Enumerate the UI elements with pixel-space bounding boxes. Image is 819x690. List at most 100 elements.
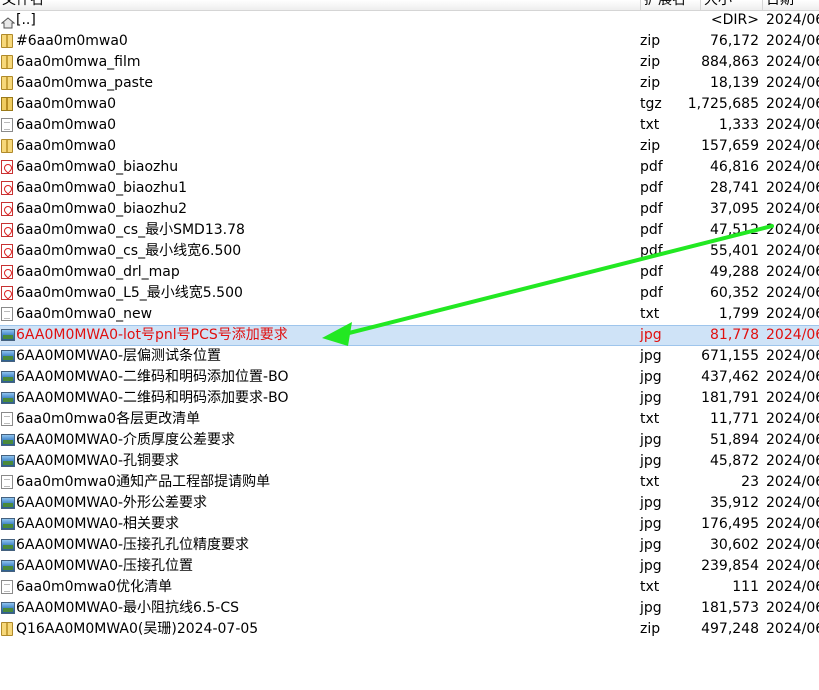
file-date: 2024/06 <box>766 600 819 616</box>
file-row[interactable]: 6AA0M0MWA0-外形公差要求 jpg 35,912 2024/06 <box>0 493 819 514</box>
up-folder-icon <box>0 15 16 29</box>
file-name: Q16AA0M0MWA0(吴珊)2024-07-05 <box>16 621 259 637</box>
txt-icon <box>1 118 13 132</box>
pdf-icon <box>1 244 13 258</box>
file-row[interactable]: 6aa0m0mwa0 zip 157,659 2024/06 <box>0 136 819 157</box>
zip-icon <box>1 139 13 153</box>
file-name: 6AA0M0MWA0-孔铜要求 <box>16 453 180 469</box>
file-icon-cell <box>0 178 16 199</box>
file-row[interactable]: 6aa0m0mwa0_biaozhu pdf 46,816 2024/06 <box>0 157 819 178</box>
file-date: 2024/06 <box>766 201 819 217</box>
file-name: 6AA0M0MWA0-层偏测试条位置 <box>16 348 222 364</box>
file-size: 45,872 <box>710 453 759 469</box>
file-size: 35,912 <box>710 495 759 511</box>
file-icon-cell <box>0 304 16 325</box>
file-ext: jpg <box>640 600 662 616</box>
file-size: 46,816 <box>710 159 759 175</box>
file-size: 11,771 <box>710 411 759 427</box>
file-row[interactable]: 6AA0M0MWA0-介质厚度公差要求 jpg 51,894 2024/06 <box>0 430 819 451</box>
file-row[interactable]: 6aa0m0mwa0_new txt 1,799 2024/06 <box>0 304 819 325</box>
file-size: 157,659 <box>701 138 759 154</box>
file-name: 6aa0m0mwa0优化清单 <box>16 579 173 595</box>
file-row[interactable]: 6aa0m0mwa0_cs_最小SMD13.78 pdf 47,512 2024/06 <box>0 220 819 241</box>
file-name: 6aa0m0mwa_film <box>16 54 141 70</box>
file-name: 6aa0m0mwa0_L5_最小线宽5.500 <box>16 285 243 301</box>
file-name: 6aa0m0mwa0_drl_map <box>16 264 180 280</box>
file-row[interactable]: 6aa0m0mwa_paste zip 18,139 2024/06 <box>0 73 819 94</box>
file-size: 1,725,685 <box>687 96 759 112</box>
file-date: 2024/06 <box>766 474 819 490</box>
file-row[interactable]: 6AA0M0MWA0-压接孔位置 jpg 239,854 2024/06 <box>0 556 819 577</box>
pdf-icon <box>1 223 13 237</box>
file-ext: jpg <box>640 537 662 553</box>
file-row[interactable]: 6aa0m0mwa0_biaozhu1 pdf 28,741 2024/06 <box>0 178 819 199</box>
file-size: 181,791 <box>701 390 759 406</box>
file-ext: jpg <box>640 453 662 469</box>
file-size: 1,333 <box>718 117 759 133</box>
file-row[interactable]: 6aa0m0mwa0优化清单 txt 111 2024/06 <box>0 577 819 598</box>
jpg-icon <box>1 455 15 467</box>
file-size: 47,512 <box>710 222 759 238</box>
file-date: 2024/06 <box>766 75 819 91</box>
file-row-selected[interactable]: 6AA0M0MWA0-lot号pnl号PCS号添加要求 jpg 81,778 2024… <box>0 325 819 346</box>
file-row[interactable]: 6aa0m0mwa_film zip 884,863 2024/06 <box>0 52 819 73</box>
zip-icon <box>1 622 13 636</box>
file-row[interactable]: 6AA0M0MWA0-压接孔孔位精度要求 jpg 30,602 2024/06 <box>0 535 819 556</box>
file-date: 2024/06 <box>766 12 819 28</box>
file-row[interactable]: 6AA0M0MWA0-层偏测试条位置 jpg 671,155 2024/06 <box>0 346 819 367</box>
file-size: 23 <box>741 474 759 490</box>
file-row[interactable]: 6aa0m0mwa0 txt 1,333 2024/06 <box>0 115 819 136</box>
pdf-icon <box>1 181 13 195</box>
file-row[interactable]: 6aa0m0mwa0通知产品工程部提请购单 txt 23 2024/06 <box>0 472 819 493</box>
file-row[interactable]: Q16AA0M0MWA0(吴珊)2024-07-05 zip 497,248 2024… <box>0 619 819 640</box>
file-icon-cell <box>0 283 16 304</box>
file-date: 2024/06 <box>766 54 819 70</box>
file-date: 2024/06 <box>766 432 819 448</box>
zip-icon <box>1 55 13 69</box>
file-icon-cell <box>0 346 16 367</box>
file-row[interactable]: 6aa0m0mwa0各层更改清单 txt 11,771 2024/06 <box>0 409 819 430</box>
file-size: 18,139 <box>710 75 759 91</box>
file-row[interactable]: 6aa0m0mwa0_cs_最小线宽6.500 pdf 55,401 2024/06 <box>0 241 819 262</box>
file-date: 2024/06 <box>766 285 819 301</box>
file-icon-cell <box>0 577 16 598</box>
pdf-icon <box>1 160 13 174</box>
file-row[interactable]: #6aa0m0mwa0 zip 76,172 2024/06 <box>0 31 819 52</box>
file-row[interactable]: 6AA0M0MWA0-相关要求 jpg 176,495 2024/06 <box>0 514 819 535</box>
jpg-icon <box>1 329 15 341</box>
file-size: 76,172 <box>710 33 759 49</box>
file-date: 2024/06 <box>766 621 819 637</box>
file-ext: jpg <box>640 516 662 532</box>
file-icon-cell <box>0 619 16 640</box>
file-ext: jpg <box>640 495 662 511</box>
file-size: 181,573 <box>701 600 759 616</box>
file-ext: txt <box>640 474 660 490</box>
header-date[interactable]: 日期 <box>762 0 819 10</box>
file-name: 6aa0m0mwa0_cs_最小线宽6.500 <box>16 243 242 259</box>
file-size: 28,741 <box>710 180 759 196</box>
file-icon-cell <box>0 73 16 94</box>
jpg-icon <box>1 560 15 572</box>
file-date: 2024/06 <box>766 117 819 133</box>
file-date: 2024/06 <box>766 327 819 343</box>
file-ext: jpg <box>640 369 662 385</box>
file-size: 37,095 <box>710 201 759 217</box>
file-row[interactable]: 6aa0m0mwa0 tgz 1,725,685 2024/06 <box>0 94 819 115</box>
file-row[interactable]: 6aa0m0mwa0_biaozhu2 pdf 37,095 2024/06 <box>0 199 819 220</box>
file-row[interactable]: 6aa0m0mwa0_drl_map pdf 49,288 2024/06 <box>0 262 819 283</box>
file-row[interactable]: 6AA0M0MWA0-二维码和明码添加要求-BO jpg 181,791 2024/0… <box>0 388 819 409</box>
header-size[interactable]: 大小 <box>700 0 764 10</box>
file-row[interactable]: 6AA0M0MWA0-最小阻抗线6.5-CS jpg 181,573 2024/06 <box>0 598 819 619</box>
file-size: 30,602 <box>710 537 759 553</box>
file-row[interactable]: 6aa0m0mwa0_L5_最小线宽5.500 pdf 60,352 2024/06 <box>0 283 819 304</box>
header-ext[interactable]: 扩展名 <box>640 0 704 10</box>
file-row[interactable]: [..] <DIR> 2024/06 <box>0 10 819 31</box>
file-row[interactable]: 6AA0M0MWA0-二维码和明码添加位置-BO jpg 437,462 2024/0… <box>0 367 819 388</box>
file-name: 6aa0m0mwa0各层更改清单 <box>16 411 201 427</box>
file-size: 81,778 <box>710 327 759 343</box>
file-name: #6aa0m0mwa0 <box>16 33 128 49</box>
header-name[interactable]: 文件名 <box>0 0 642 10</box>
file-icon-cell <box>0 199 16 220</box>
file-date: 2024/06 <box>766 369 819 385</box>
file-row[interactable]: 6AA0M0MWA0-孔铜要求 jpg 45,872 2024/06 <box>0 451 819 472</box>
